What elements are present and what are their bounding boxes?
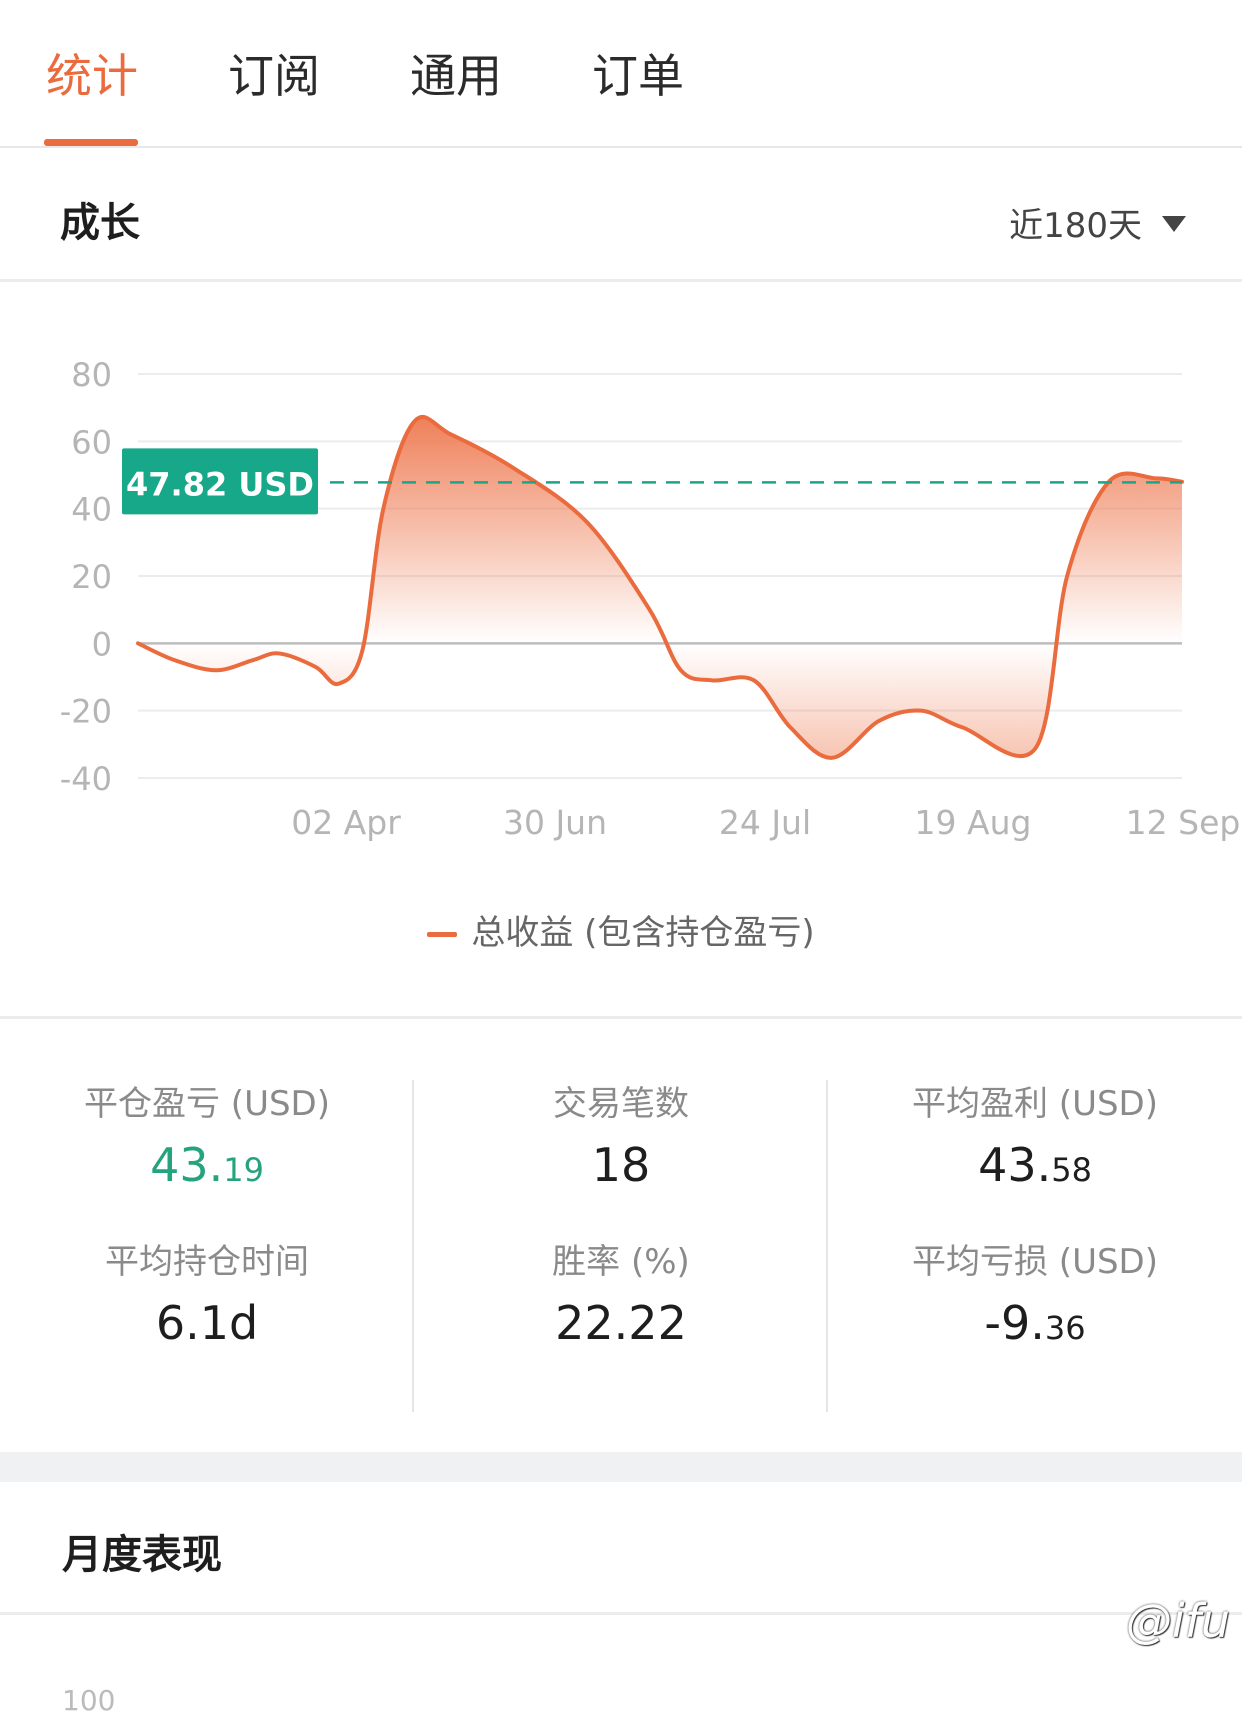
x-tick-label: 30 Jun <box>503 803 607 842</box>
stat-value: 22.22 <box>555 1296 687 1350</box>
stats-column-middle: 交易笔数 18 胜率 (%) 22.22 <box>414 1080 828 1354</box>
stat-label: 平均持仓时间 <box>105 1242 309 1282</box>
monthly-title: 月度表现 <box>62 1532 222 1578</box>
divider <box>0 1016 1242 1019</box>
stat-label: 胜率 (%) <box>552 1242 690 1282</box>
stat-label: 平仓盈亏 (USD) <box>84 1084 330 1124</box>
x-tick-label: 12 Sep <box>1126 803 1241 842</box>
stat-win-rate: 胜率 (%) 22.22 <box>414 1238 828 1354</box>
tab-subscriptions[interactable]: 订阅 <box>228 40 320 106</box>
legend-label: 总收益 (包含持仓盈亏) <box>471 913 815 953</box>
growth-chart[interactable]: 80 60 40 20 0 -20 -40 02 Apr 30 Jun 24 Jul 19 Aug 1… <box>0 300 1242 880</box>
stat-avg-loss: 平均亏损 (USD) -9.36 <box>828 1238 1242 1354</box>
active-tab-indicator <box>44 139 138 146</box>
x-tick-label: 02 Apr <box>291 803 401 842</box>
stat-value: 6.1d <box>155 1296 259 1350</box>
y-tick-label: -40 <box>60 760 112 798</box>
stat-value: 43.58 <box>978 1138 1092 1192</box>
stat-trade-count: 交易笔数 18 <box>414 1080 828 1196</box>
stat-value: 18 <box>591 1138 651 1192</box>
chart-legend: 总收益 (包含持仓盈亏) <box>0 905 1242 954</box>
stats-column-left: 平仓盈亏 (USD) 43.19 平均持仓时间 6.1d <box>0 1080 414 1354</box>
monthly-axis-tick: 100 <box>62 1684 116 1717</box>
stat-avg-profit: 平均盈利 (USD) 43.58 <box>828 1080 1242 1196</box>
stat-value: 43.19 <box>150 1138 264 1192</box>
stat-value: -9.36 <box>984 1296 1086 1350</box>
stats-column-right: 平均盈利 (USD) 43.58 平均亏损 (USD) -9.36 <box>828 1080 1242 1354</box>
x-tick-label: 24 Jul <box>719 803 811 842</box>
caret-down-icon <box>1162 215 1186 232</box>
stat-label: 平均盈利 (USD) <box>912 1084 1158 1124</box>
stats-panel: 平仓盈亏 (USD) 43.19 平均持仓时间 6.1d 交易笔数 18 胜率 … <box>0 1020 1242 1412</box>
divider <box>0 279 1242 282</box>
stat-closed-pnl: 平仓盈亏 (USD) 43.19 <box>0 1080 414 1196</box>
legend-swatch <box>427 932 458 937</box>
growth-title: 成长 <box>60 200 140 246</box>
tab-orders[interactable]: 订单 <box>592 40 684 106</box>
divider <box>0 1612 1242 1615</box>
growth-header: 成长 近180天 <box>0 148 1242 280</box>
time-range-dropdown[interactable]: 近180天 <box>1009 198 1186 247</box>
tab-statistics[interactable]: 统计 <box>46 40 138 106</box>
watermark: @ifu <box>1125 1594 1230 1648</box>
section-gap <box>0 1452 1242 1482</box>
top-tab-bar: 统计 订阅 通用 订单 <box>0 0 1242 148</box>
y-tick-label: 0 <box>92 625 112 663</box>
value-marker-label: 47.82 USD <box>126 465 314 503</box>
y-tick-label: 80 <box>71 356 112 394</box>
monthly-header: 月度表现 <box>0 1482 1242 1614</box>
stat-label: 平均亏损 (USD) <box>912 1242 1158 1282</box>
tab-general[interactable]: 通用 <box>410 40 502 106</box>
y-tick-label: 20 <box>71 558 112 596</box>
value-marker-badge: 47.82 USD <box>122 448 318 515</box>
y-tick-label: 40 <box>71 491 112 529</box>
y-tick-label: -20 <box>60 693 112 731</box>
x-tick-label: 19 Aug <box>915 803 1032 842</box>
y-tick-label: 60 <box>71 423 112 461</box>
time-range-label: 近180天 <box>1009 206 1142 246</box>
stat-label: 交易笔数 <box>553 1084 689 1124</box>
stat-avg-hold-time: 平均持仓时间 6.1d <box>0 1238 414 1354</box>
